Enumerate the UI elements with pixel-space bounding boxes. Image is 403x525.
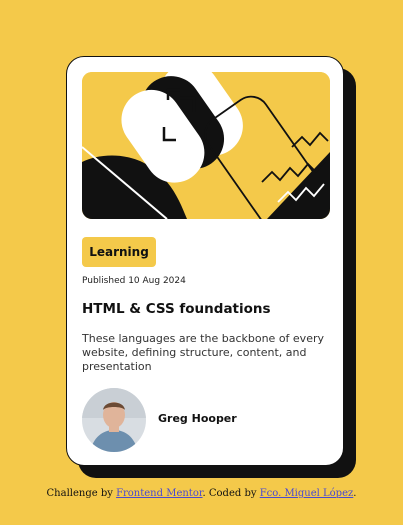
card-description: These languages are the backbone of ever… (82, 332, 324, 373)
hero-illustration (82, 72, 330, 219)
attribution-middle: . Coded by (202, 488, 260, 499)
author-link[interactable]: Fco. Miguel López (260, 488, 354, 499)
author-photo-icon (82, 388, 146, 452)
illustration-graphic (82, 72, 330, 219)
attribution-footer: Challenge by Frontend Mentor. Coded by F… (0, 488, 403, 499)
frontend-mentor-link[interactable]: Frontend Mentor (116, 488, 202, 499)
category-tag: Learning (82, 237, 156, 267)
author-name: Greg Hooper (158, 412, 237, 425)
card-title[interactable]: HTML & CSS foundations (82, 301, 271, 317)
author-avatar (82, 388, 146, 452)
blog-preview-card: Learning Published 10 Aug 2024 HTML & CS… (66, 56, 344, 466)
attribution-prefix: Challenge by (46, 488, 117, 499)
published-date: Published 10 Aug 2024 (82, 276, 186, 286)
attribution-suffix: . (353, 488, 357, 499)
